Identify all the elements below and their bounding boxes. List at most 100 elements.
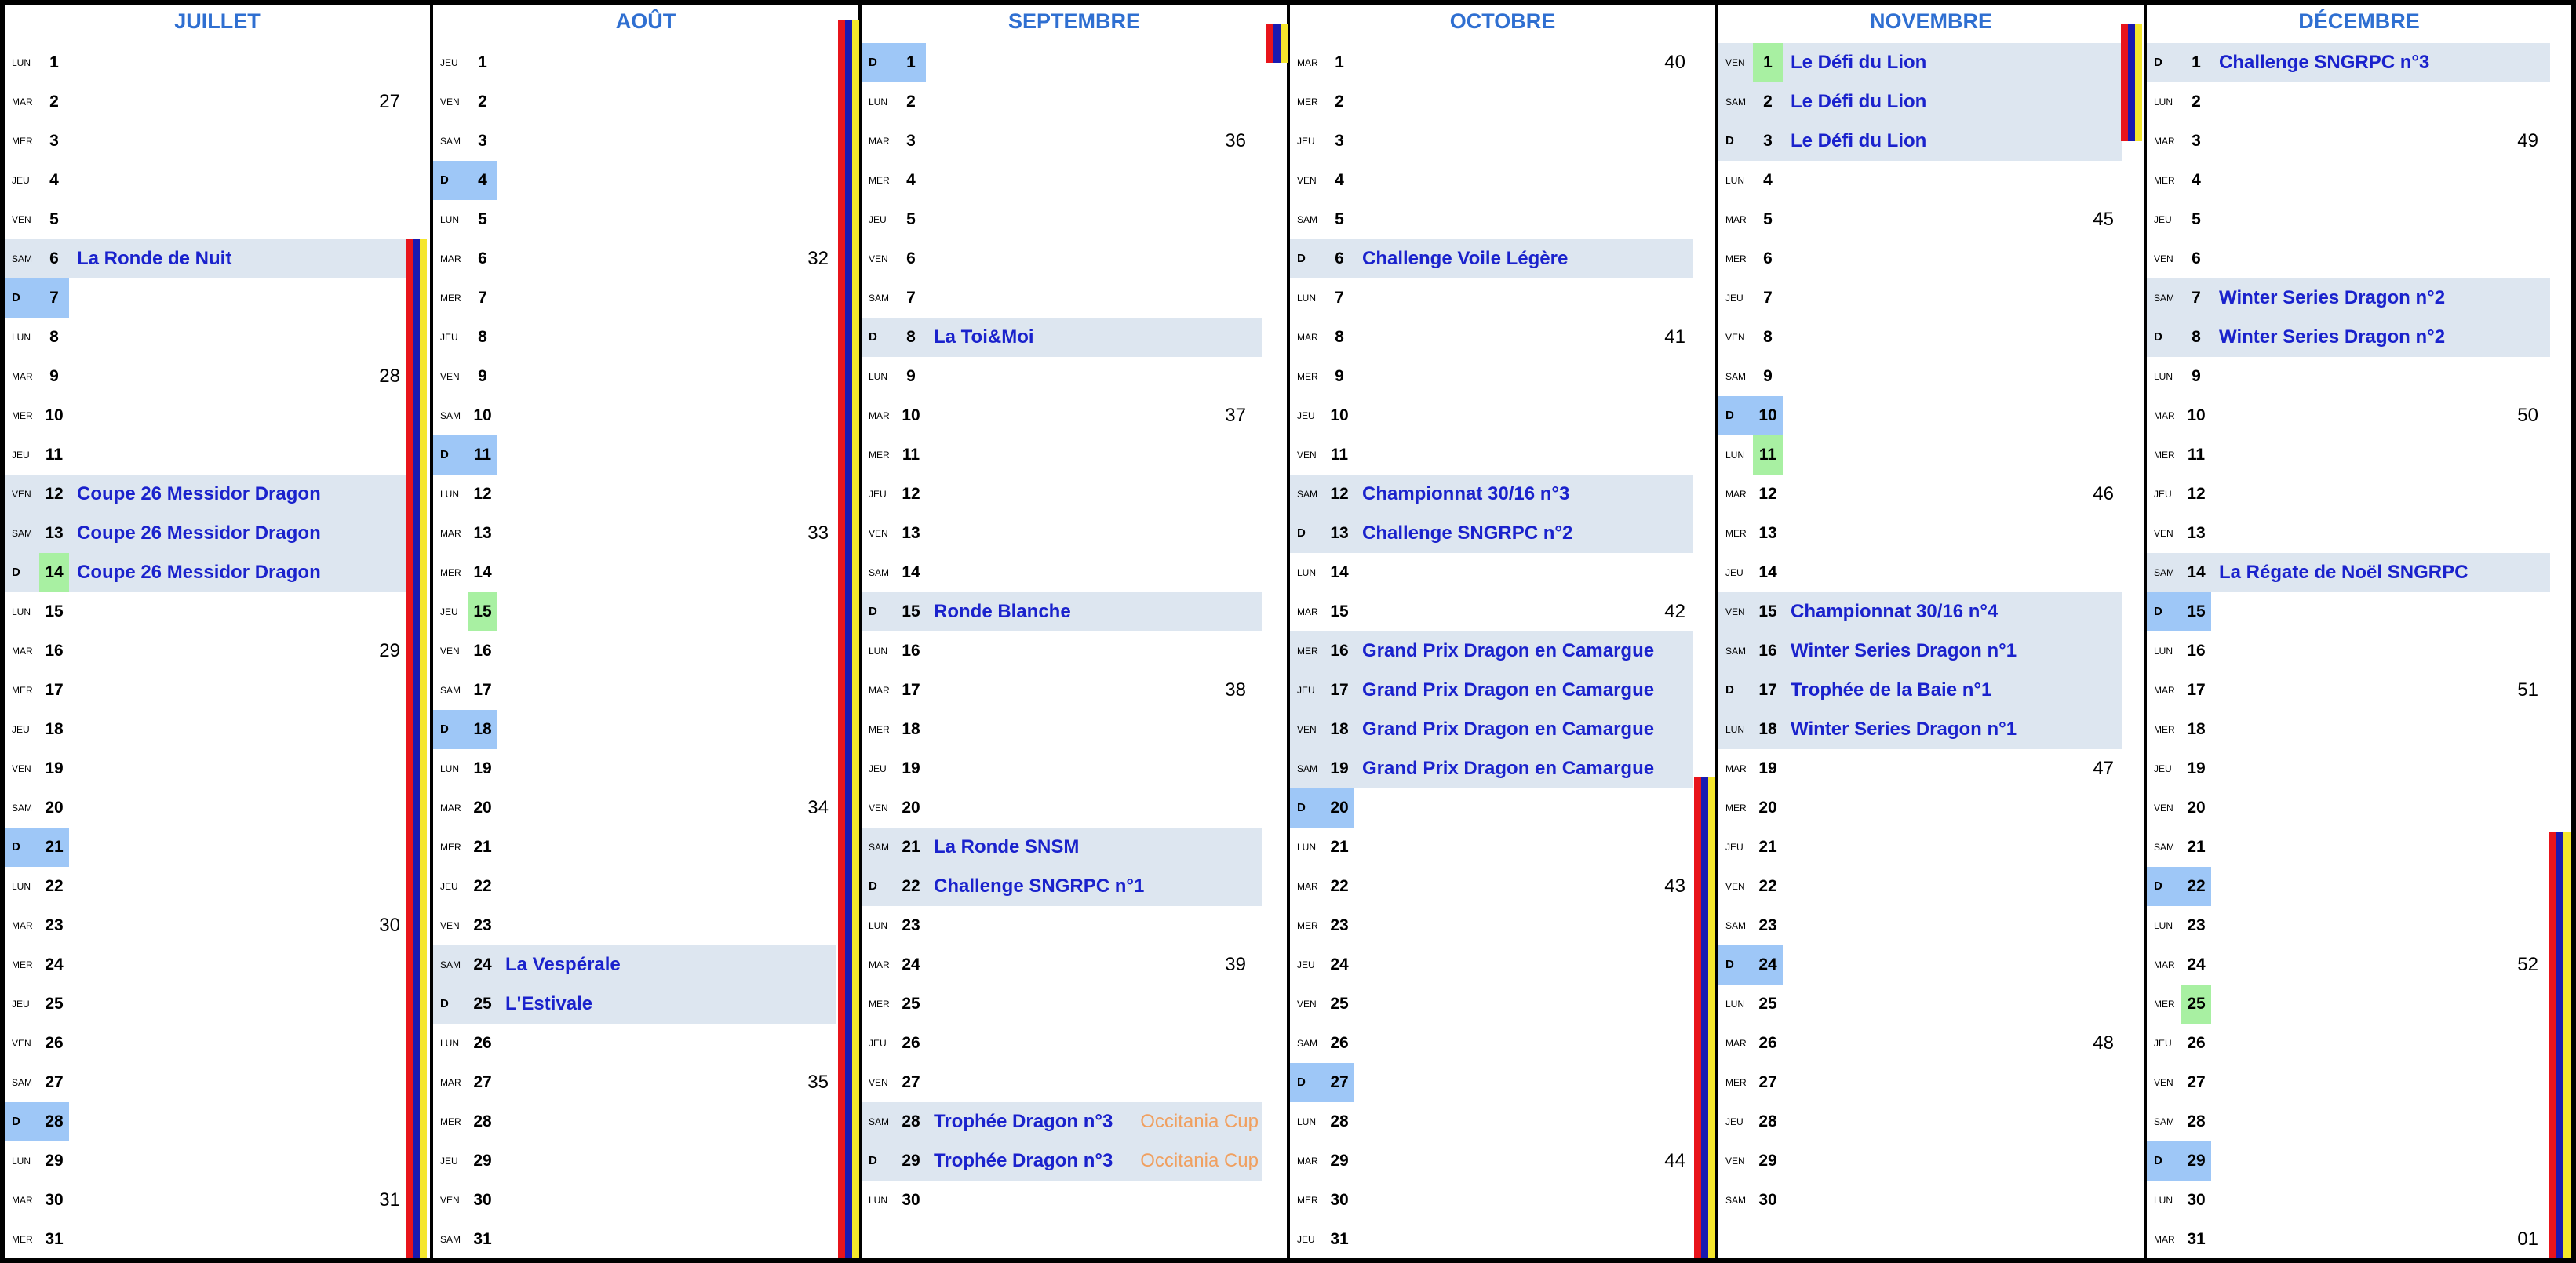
week-number: 41 xyxy=(1664,326,1685,348)
day-row: MAR 3 36 xyxy=(862,122,1287,161)
event-name[interactable]: Grand Prix Dragon en Camargue xyxy=(1362,710,1654,749)
day-row: SAM 20 xyxy=(5,788,430,828)
event-name[interactable]: Trophée Dragon n°3 xyxy=(934,1141,1113,1181)
event-name[interactable]: L'Estivale xyxy=(505,985,592,1024)
day-row: MER 25 xyxy=(862,985,1287,1024)
weekday-label: MER xyxy=(440,842,461,853)
event-name[interactable]: Winter Series Dragon n°1 xyxy=(1791,710,2017,749)
day-row: JEU 26 xyxy=(862,1024,1287,1063)
day-number: 4 xyxy=(1335,171,1344,189)
event-name[interactable]: Coupe 26 Messidor Dragon xyxy=(77,514,321,553)
weekday-label: VEN xyxy=(1725,1156,1745,1167)
flag-stripe xyxy=(1694,777,1715,1258)
event-name[interactable]: Grand Prix Dragon en Camargue xyxy=(1362,632,1654,671)
day-number: 21 xyxy=(2187,838,2206,856)
weekday-label: MAR xyxy=(1297,332,1318,343)
weekday-label: MAR xyxy=(869,410,890,421)
weekday-label: MAR xyxy=(1725,489,1747,500)
event-name[interactable]: Coupe 26 Messidor Dragon xyxy=(77,475,321,514)
weekday-label: D xyxy=(1725,683,1734,697)
event-name[interactable]: La Toi&Moi xyxy=(934,318,1034,357)
day-number: 22 xyxy=(2181,867,2211,906)
day-number: 8 xyxy=(478,328,487,346)
weekday-label: MER xyxy=(869,175,890,186)
event-name[interactable]: La Vespérale xyxy=(505,945,621,985)
event-name[interactable]: La Régate de Noël SNGRPC xyxy=(2219,553,2468,592)
weekday-label: JEU xyxy=(440,1156,458,1167)
weekday-label: D xyxy=(2154,56,2162,69)
day-row: MER 11 xyxy=(2147,435,2568,475)
day-number: 5 xyxy=(1763,210,1773,228)
day-number: 18 xyxy=(2187,720,2206,738)
weekday-label: VEN xyxy=(2154,1077,2173,1088)
day-number: 29 xyxy=(1330,1152,1349,1170)
day-row: SAM 12 Championnat 30/16 n°3 xyxy=(1290,475,1715,514)
event-name[interactable]: Challenge SNGRPC n°3 xyxy=(2219,43,2429,82)
day-row: JEU 21 xyxy=(1718,828,2144,867)
day-number: 8 xyxy=(2192,328,2201,346)
day-row: D 13 Challenge SNGRPC n°2 xyxy=(1290,514,1715,553)
day-number: 7 xyxy=(1335,289,1344,307)
day-number: 8 xyxy=(49,328,59,346)
event-name[interactable]: La Ronde SNSM xyxy=(934,828,1079,867)
event-name[interactable]: Championnat 30/16 n°3 xyxy=(1362,475,1569,514)
day-row: JEU 12 xyxy=(862,475,1287,514)
weekday-label: D xyxy=(2154,605,2162,618)
event-name[interactable]: Winter Series Dragon n°2 xyxy=(2219,278,2445,318)
day-number: 13 xyxy=(2187,524,2206,542)
day-row: MER 18 xyxy=(2147,710,2568,749)
weekday-label: D xyxy=(869,605,877,618)
event-name[interactable]: Ronde Blanche xyxy=(934,592,1071,632)
day-row: JEU 3 xyxy=(1290,122,1715,161)
day-row: MER 10 xyxy=(5,396,430,435)
day-row: SAM 7 xyxy=(862,278,1287,318)
flag-stripe xyxy=(1266,24,1288,63)
event-name[interactable]: La Ronde de Nuit xyxy=(77,239,231,278)
day-row: LUN 26 xyxy=(433,1024,858,1063)
day-number: 13 xyxy=(1330,524,1349,542)
day-row: SAM 30 xyxy=(1718,1181,2144,1220)
event-name[interactable]: Trophée Dragon n°3 xyxy=(934,1102,1113,1141)
weekday-label: D xyxy=(1297,1076,1306,1089)
week-number: 28 xyxy=(379,366,400,387)
weekday-label: MAR xyxy=(12,1195,33,1206)
weekday-label: VEN xyxy=(12,214,31,225)
event-name[interactable]: Challenge SNGRPC n°1 xyxy=(934,867,1144,906)
weekday-label: MAR xyxy=(2154,410,2175,421)
weekday-label: MAR xyxy=(1297,1156,1318,1167)
weekday-label: LUN xyxy=(869,371,888,382)
event-name[interactable]: Winter Series Dragon n°1 xyxy=(1791,632,2017,671)
event-name[interactable]: Winter Series Dragon n°2 xyxy=(2219,318,2445,357)
weekday-label: MAR xyxy=(440,528,461,539)
weekday-label: JEU xyxy=(12,450,30,460)
day-row: LUN 2 xyxy=(862,82,1287,122)
day-number: 21 xyxy=(473,838,492,856)
event-name[interactable]: Challenge SNGRPC n°2 xyxy=(1362,514,1572,553)
weekday-label: VEN xyxy=(869,528,888,539)
weekday-label: MER xyxy=(1297,920,1318,931)
weekday-label: SAM xyxy=(1297,214,1318,225)
day-number: 2 xyxy=(49,93,59,111)
weekday-label: D xyxy=(440,997,449,1010)
weekday-label: SAM xyxy=(869,567,890,578)
event-name[interactable]: Championnat 30/16 n°4 xyxy=(1791,592,1998,632)
weekday-label: D xyxy=(12,566,20,579)
event-name[interactable]: Trophée de la Baie n°1 xyxy=(1791,671,1991,710)
event-name[interactable]: Challenge Voile Légère xyxy=(1362,239,1568,278)
event-name[interactable]: Le Défi du Lion xyxy=(1791,82,1926,122)
day-row: MER 17 xyxy=(5,671,430,710)
weekday-label: MAR xyxy=(1297,57,1318,68)
event-name[interactable]: Grand Prix Dragon en Camargue xyxy=(1362,749,1654,788)
week-number: 33 xyxy=(807,522,829,544)
day-number: 5 xyxy=(906,210,916,228)
day-number: 31 xyxy=(1330,1230,1349,1248)
day-row: VEN 25 xyxy=(1290,985,1715,1024)
week-number: 45 xyxy=(2093,209,2114,230)
event-name[interactable]: Grand Prix Dragon en Camargue xyxy=(1362,671,1654,710)
event-name[interactable]: Coupe 26 Messidor Dragon xyxy=(77,553,321,592)
day-number: 18 xyxy=(468,710,497,749)
event-name[interactable]: Le Défi du Lion xyxy=(1791,43,1926,82)
day-row: MAR 2 27 xyxy=(5,82,430,122)
event-name[interactable]: Le Défi du Lion xyxy=(1791,122,1926,161)
day-number: 19 xyxy=(473,759,492,777)
